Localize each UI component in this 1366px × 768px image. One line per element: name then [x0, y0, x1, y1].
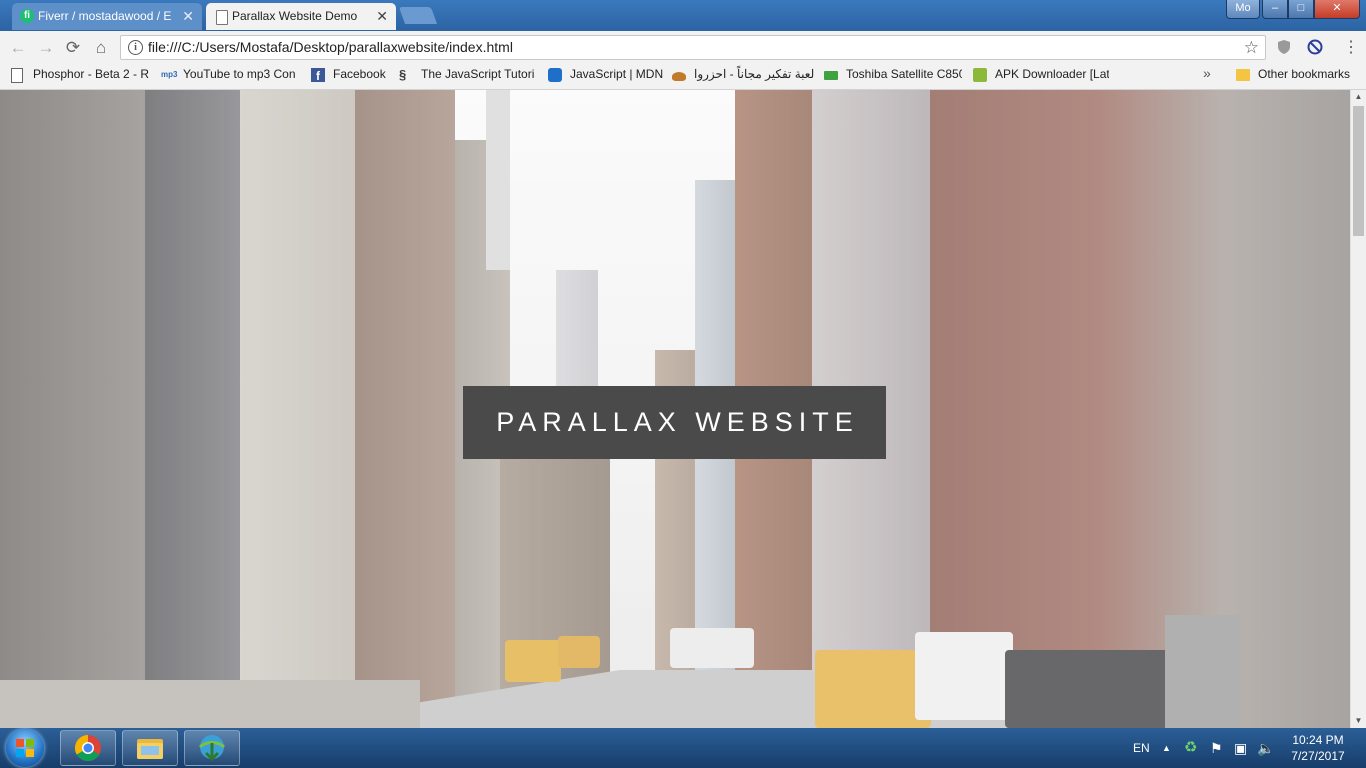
tab-fiverr[interactable]: fi Fiverr / mostadawood / E ✕	[12, 3, 202, 30]
mdn-icon	[548, 68, 562, 82]
facebook-icon: f	[311, 68, 325, 83]
browser-menu-button[interactable]: ⋮	[1343, 38, 1359, 58]
block-extension-icon[interactable]	[1307, 39, 1323, 55]
scrollbar-thumb[interactable]	[1353, 106, 1364, 236]
profile-button[interactable]: Mo	[1226, 0, 1260, 19]
file-explorer-icon	[137, 739, 163, 759]
genie-lamp-icon	[672, 72, 686, 81]
windows-taskbar: EN ▲ ♻ ⚑ ▣ 🔈 10:24 PM 7/27/2017	[0, 728, 1366, 768]
volume-icon[interactable]: 🔈	[1257, 728, 1274, 768]
info-icon[interactable]: i	[128, 40, 143, 55]
show-hidden-icons-icon[interactable]: ▲	[1162, 728, 1171, 768]
new-tab-button[interactable]	[398, 7, 438, 24]
mp3-icon: mp3	[161, 70, 178, 79]
laptop-icon	[824, 71, 838, 80]
bookmark-mdn[interactable]: JavaScript | MDN	[548, 64, 664, 89]
tab-title: Fiverr / mostadawood / E	[38, 9, 172, 23]
scroll-up-arrow-icon[interactable]: ▲	[1351, 90, 1366, 104]
minimize-button[interactable]: –	[1262, 0, 1288, 19]
close-icon[interactable]: ✕	[182, 3, 194, 29]
bookmarks-bar: Phosphor - Beta 2 - R mp3 YouTube to mp3…	[0, 64, 1366, 90]
forward-button[interactable]: →	[36, 38, 56, 58]
clock-time: 10:24 PM	[1292, 733, 1344, 747]
page-icon	[11, 68, 23, 83]
home-button[interactable]: ⌂	[91, 38, 111, 58]
taskbar-file-explorer[interactable]	[122, 730, 178, 766]
page-scrollbar[interactable]: ▲ ▼	[1350, 90, 1366, 728]
android-icon	[973, 68, 987, 82]
tab-parallax-demo[interactable]: Parallax Website Demo ✕	[206, 3, 396, 30]
bookmark-javascript-tutorial[interactable]: § The JavaScript Tutoria	[399, 64, 535, 89]
reload-button[interactable]: ⟳	[63, 38, 83, 58]
page-icon	[216, 10, 228, 25]
close-window-button[interactable]: ✕	[1314, 0, 1360, 19]
shield-extension-icon[interactable]	[1276, 39, 1292, 55]
bookmark-star-icon[interactable]: ☆	[1244, 37, 1259, 59]
windows-logo-icon	[16, 739, 34, 757]
address-bar[interactable]: i file:///C:/Users/Mostafa/Desktop/paral…	[120, 35, 1266, 60]
bookmark-arabic-game[interactable]: لعبة تفكير مجاناً - احزروا ♫	[672, 64, 814, 89]
bookmark-toshiba[interactable]: Toshiba Satellite C850	[824, 64, 962, 89]
clock-date: 7/27/2017	[1291, 749, 1345, 763]
bookmark-phosphor[interactable]: Phosphor - Beta 2 - R	[11, 64, 153, 89]
chrome-icon	[74, 734, 101, 762]
taskbar-download-manager[interactable]	[184, 730, 240, 766]
start-button[interactable]	[6, 729, 44, 767]
scroll-down-arrow-icon[interactable]: ▼	[1351, 714, 1366, 728]
taskbar-clock[interactable]: 10:24 PM 7/27/2017	[1280, 732, 1356, 764]
browser-toolbar: ← → ⟳ ⌂ i file:///C:/Users/Mostafa/Deskt…	[0, 31, 1366, 64]
recycle-tray-icon[interactable]: ♻	[1184, 728, 1197, 768]
bookmark-facebook[interactable]: f Facebook	[311, 64, 391, 89]
hero-title: PARALLAX WEBSITE	[463, 386, 886, 459]
bookmark-apk-downloader[interactable]: APK Downloader [Lat	[973, 64, 1109, 89]
tab-title: Parallax Website Demo	[232, 9, 358, 23]
bookmark-youtube-mp3[interactable]: mp3 YouTube to mp3 Con	[161, 64, 297, 89]
network-icon[interactable]: ▣	[1234, 728, 1247, 768]
taskbar-chrome[interactable]	[60, 730, 116, 766]
internet-download-manager-icon	[198, 735, 226, 762]
page-viewport: PARALLAX WEBSITE	[0, 90, 1350, 728]
other-bookmarks[interactable]: Other bookmarks	[1236, 64, 1356, 89]
browser-title-bar: fi Fiverr / mostadawood / E ✕ Parallax W…	[0, 0, 1366, 31]
js-tutorial-icon: §	[399, 67, 407, 82]
folder-icon	[1236, 69, 1250, 81]
maximize-button[interactable]: □	[1288, 0, 1314, 19]
close-icon[interactable]: ✕	[376, 3, 388, 29]
address-url[interactable]: file:///C:/Users/Mostafa/Desktop/paralla…	[148, 36, 513, 59]
language-indicator[interactable]: EN	[1133, 728, 1150, 768]
back-button[interactable]: ←	[8, 38, 28, 58]
bookmarks-overflow-button[interactable]: »	[1203, 65, 1211, 81]
fiverr-favicon: fi	[20, 9, 34, 23]
action-center-flag-icon[interactable]: ⚑	[1210, 728, 1223, 768]
